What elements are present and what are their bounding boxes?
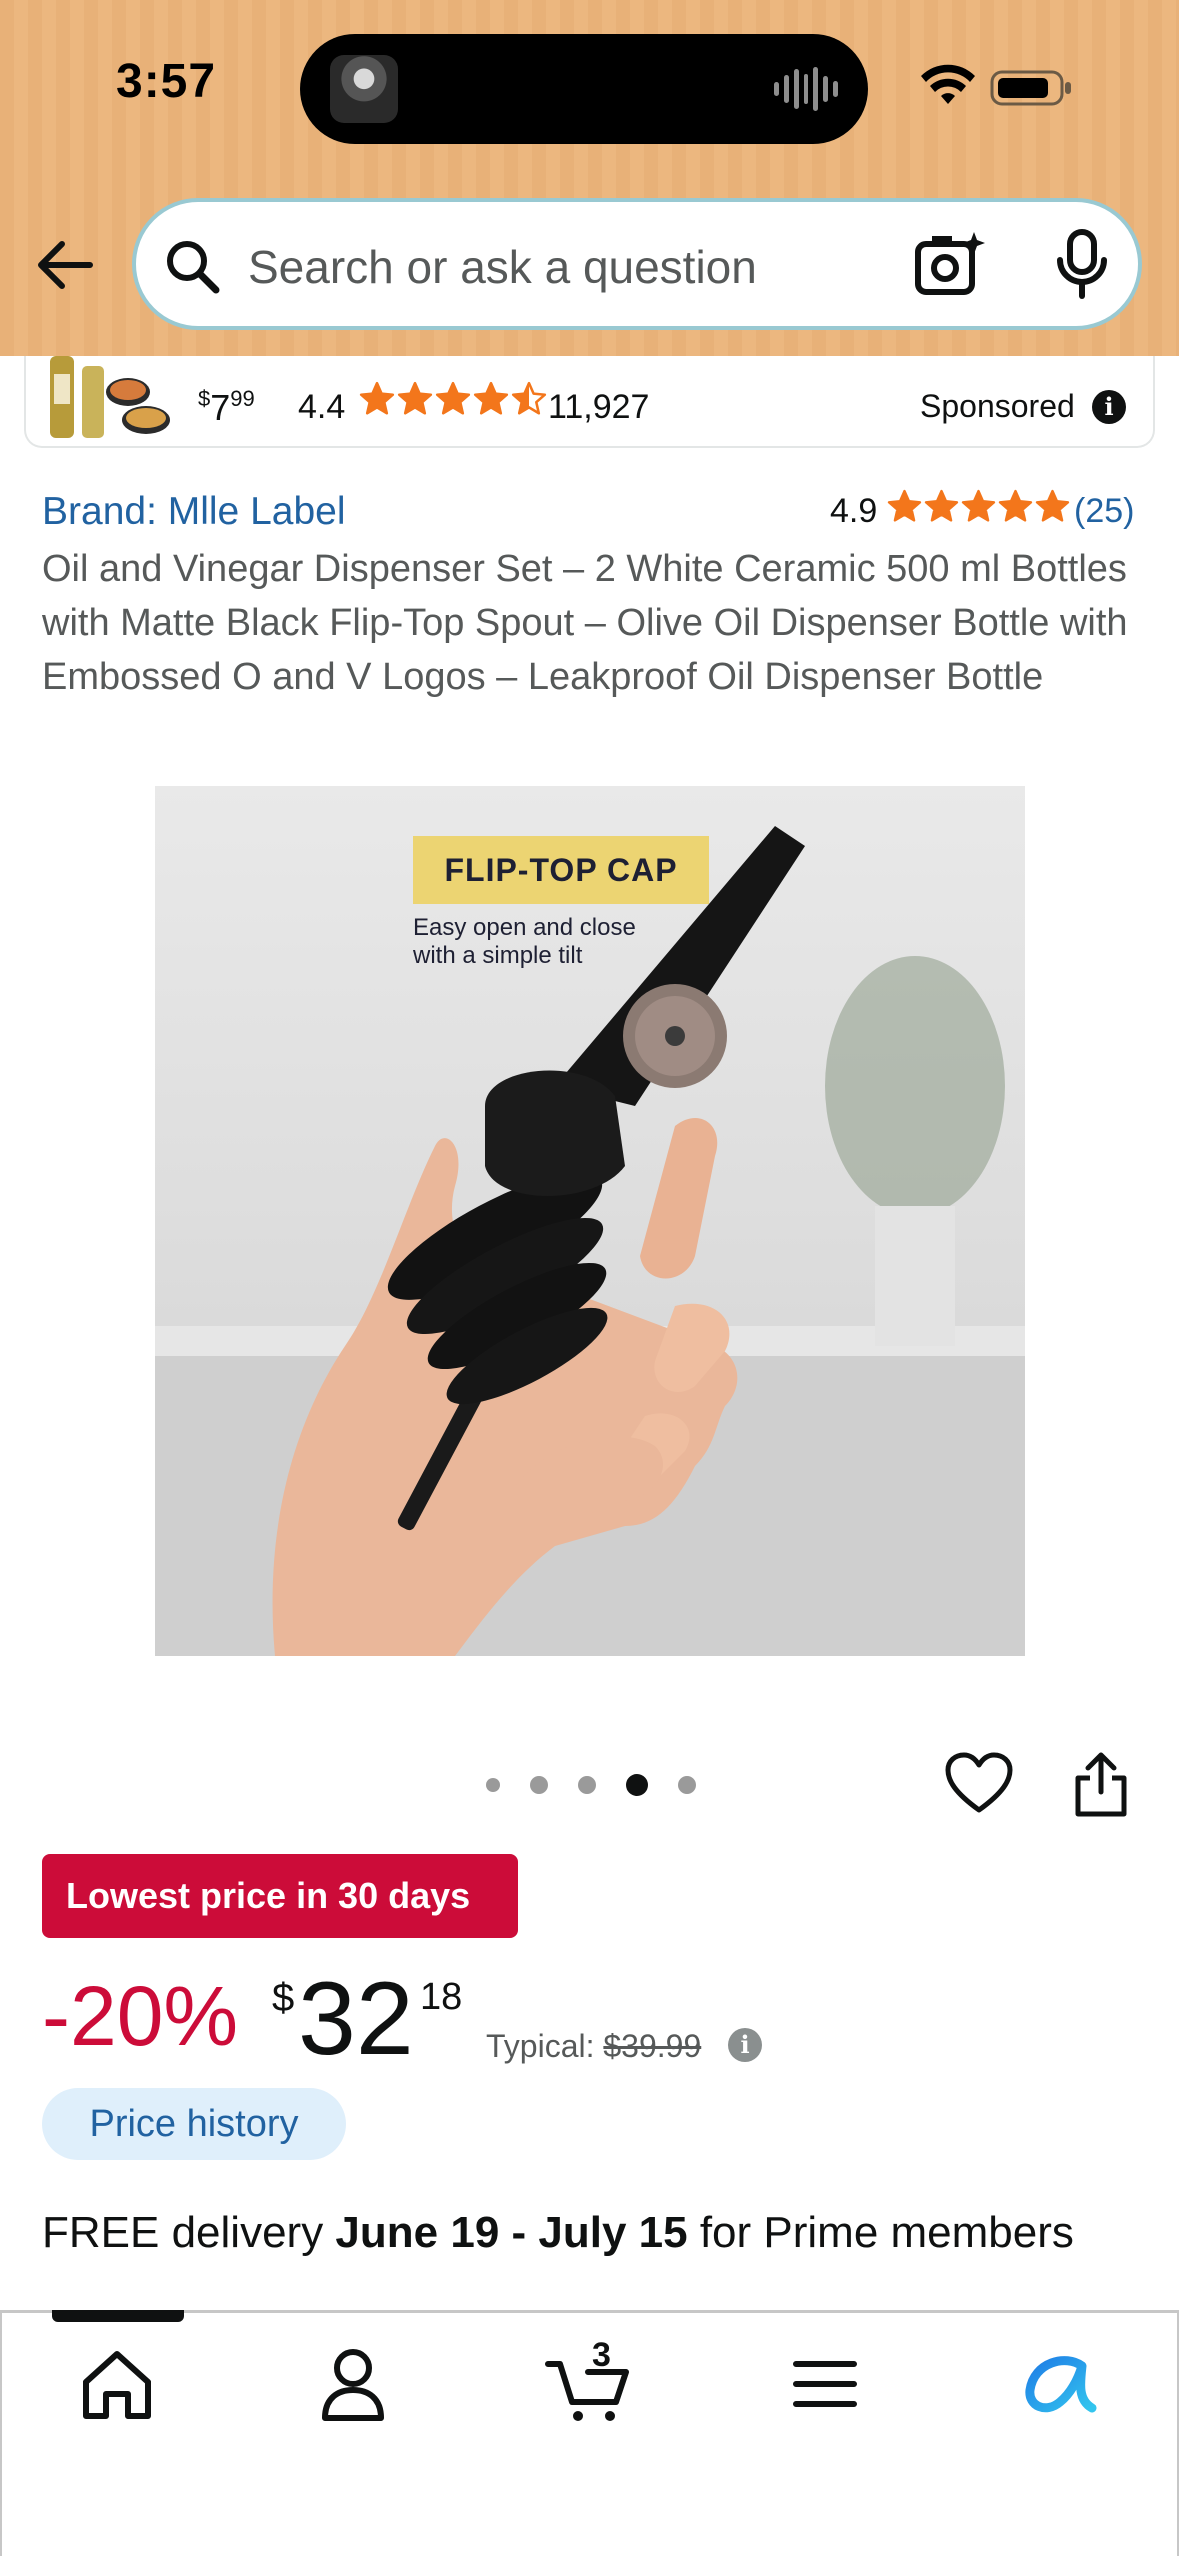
carousel-dot[interactable] bbox=[530, 1776, 548, 1794]
carousel-dot[interactable] bbox=[486, 1778, 500, 1792]
deal-badge: Lowest price in 30 days bbox=[42, 1854, 518, 1938]
carousel-dot-active[interactable] bbox=[626, 1774, 648, 1796]
price-currency: $ bbox=[272, 1976, 295, 2020]
star-icon bbox=[359, 381, 395, 415]
image-carousel-dots[interactable] bbox=[486, 1774, 696, 1796]
cart-count-badge: 3 bbox=[592, 2336, 611, 2374]
star-icon bbox=[511, 381, 547, 415]
menu-icon[interactable] bbox=[780, 2344, 870, 2424]
search-bar[interactable]: Search or ask a question bbox=[132, 198, 1142, 330]
microphone-icon[interactable] bbox=[1052, 228, 1112, 300]
rufus-ai-icon[interactable] bbox=[1016, 2344, 1106, 2424]
search-icon bbox=[167, 241, 220, 294]
star-icon bbox=[397, 381, 433, 415]
product-title: Oil and Vinegar Dispenser Set – 2 White … bbox=[42, 548, 1128, 698]
account-icon[interactable] bbox=[308, 2344, 398, 2424]
price-fraction: 18 bbox=[420, 1976, 463, 2018]
home-icon[interactable] bbox=[72, 2344, 162, 2424]
share-icon[interactable] bbox=[1072, 1752, 1130, 1818]
delivery-info: FREE delivery June 19 - July 15 for Prim… bbox=[42, 2208, 1074, 2257]
star-icon bbox=[1035, 489, 1070, 522]
image-feature-caption: Easy open and close with a simple tilt bbox=[413, 914, 636, 969]
sponsored-info-icon[interactable]: i bbox=[1092, 390, 1126, 424]
camera-search-icon[interactable] bbox=[914, 228, 986, 300]
price-history-button[interactable]: Price history bbox=[42, 2088, 346, 2160]
product-star-rating[interactable] bbox=[886, 488, 1071, 525]
sponsored-product-strip[interactable]: $799 4.4 11,927 Sponsored i bbox=[24, 356, 1155, 448]
dynamic-island[interactable] bbox=[300, 34, 868, 144]
product-image[interactable]: FLIP-TOP CAP Easy open and close with a … bbox=[155, 786, 1025, 1656]
sponsored-price: $799 bbox=[198, 386, 255, 428]
sponsored-star-rating bbox=[358, 380, 548, 424]
heart-icon[interactable] bbox=[944, 1752, 1014, 1816]
brand-link[interactable]: Brand: Mlle Label bbox=[42, 490, 346, 534]
star-icon bbox=[887, 489, 922, 522]
star-icon bbox=[435, 381, 471, 415]
header: 3:57 Search or ask a question bbox=[0, 0, 1179, 356]
status-time: 3:57 bbox=[116, 55, 217, 108]
star-icon bbox=[473, 381, 509, 415]
audio-waveform-icon bbox=[774, 66, 839, 112]
carousel-dot[interactable] bbox=[678, 1776, 696, 1794]
star-icon bbox=[961, 489, 996, 522]
now-playing-avatar bbox=[330, 55, 398, 123]
back-arrow-icon[interactable] bbox=[32, 232, 98, 298]
sponsored-product-thumbnail[interactable] bbox=[42, 356, 172, 442]
star-icon bbox=[924, 489, 959, 522]
nav-active-indicator bbox=[52, 2310, 184, 2322]
sponsored-label: Sponsored bbox=[920, 388, 1075, 424]
carousel-dot[interactable] bbox=[578, 1776, 596, 1794]
image-feature-badge: FLIP-TOP CAP bbox=[413, 836, 709, 904]
discount-percentage: -20% bbox=[42, 1969, 239, 2063]
wifi-icon bbox=[921, 64, 975, 104]
typical-price: Typical: $39.99 bbox=[486, 2028, 702, 2064]
battery-icon bbox=[990, 70, 1071, 106]
cart-icon[interactable] bbox=[544, 2344, 634, 2424]
search-input[interactable]: Search or ask a question bbox=[248, 240, 757, 294]
typical-price-info-icon[interactable]: i bbox=[728, 2028, 762, 2062]
product-rating[interactable]: 4.9 bbox=[830, 492, 877, 531]
product-review-count[interactable]: (25) bbox=[1074, 492, 1134, 531]
sponsored-review-count: 11,927 bbox=[548, 388, 650, 426]
sponsored-rating: 4.4 bbox=[298, 388, 346, 426]
price-whole: 32 bbox=[298, 1961, 414, 2077]
star-icon bbox=[998, 489, 1033, 522]
